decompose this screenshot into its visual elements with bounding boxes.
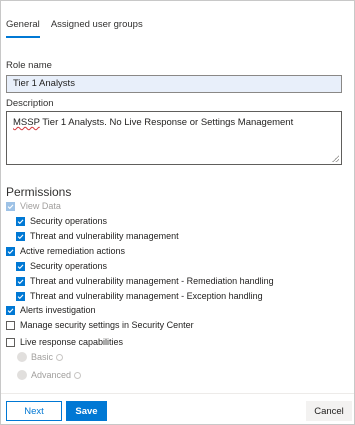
ar-remediation-handling-checkbox[interactable] xyxy=(16,276,25,286)
tab-bar: General Assigned user groups xyxy=(6,19,143,38)
ar-exception-handling-label: Threat and vulnerability management - Ex… xyxy=(30,291,263,301)
ar-exception-handling-checkbox[interactable] xyxy=(16,291,25,301)
security-operations-row[interactable]: Security operations xyxy=(16,215,107,227)
role-name-input[interactable]: Tier 1 Analysts xyxy=(6,75,342,93)
info-icon xyxy=(74,371,82,379)
basic-radio-row: Basic xyxy=(17,352,64,362)
view-data-row: View Data xyxy=(6,200,61,212)
manage-security-settings-label: Manage security settings in Security Cen… xyxy=(20,320,194,330)
alerts-investigation-checkbox[interactable] xyxy=(6,305,15,315)
info-icon xyxy=(56,353,64,361)
ar-security-operations-row[interactable]: Security operations xyxy=(16,260,107,272)
live-response-checkbox[interactable] xyxy=(6,337,15,347)
save-button[interactable]: Save xyxy=(66,401,107,421)
ar-remediation-handling-row[interactable]: Threat and vulnerability management - Re… xyxy=(16,275,274,287)
advanced-radio xyxy=(17,370,27,380)
description-label: Description xyxy=(6,98,54,109)
threat-vuln-mgmt-label: Threat and vulnerability management xyxy=(30,231,179,241)
basic-radio xyxy=(17,352,27,362)
active-remediation-label: Active remediation actions xyxy=(20,246,126,256)
active-remediation-row[interactable]: Active remediation actions xyxy=(6,245,125,257)
next-button[interactable]: Next xyxy=(6,401,62,421)
resize-handle-icon[interactable] xyxy=(332,155,339,162)
advanced-radio-row: Advanced xyxy=(17,370,82,380)
active-remediation-checkbox[interactable] xyxy=(6,246,15,256)
advanced-label: Advanced xyxy=(31,370,72,380)
live-response-label: Live response capabilities xyxy=(20,337,124,347)
manage-security-settings-checkbox[interactable] xyxy=(6,320,15,330)
alerts-investigation-label: Alerts investigation xyxy=(20,305,96,315)
tab-assigned-user-groups[interactable]: Assigned user groups xyxy=(51,19,143,38)
security-operations-label: Security operations xyxy=(30,216,108,226)
description-textarea[interactable]: MSSP Tier 1 Analysts. No Live Response o… xyxy=(6,111,342,165)
ar-remediation-handling-label: Threat and vulnerability management - Re… xyxy=(30,276,274,286)
view-data-checkbox xyxy=(6,201,15,211)
tab-general[interactable]: General xyxy=(6,19,40,38)
ar-exception-handling-row[interactable]: Threat and vulnerability management - Ex… xyxy=(16,290,263,302)
security-operations-checkbox[interactable] xyxy=(16,216,25,226)
basic-label: Basic xyxy=(31,352,54,362)
cancel-button[interactable]: Cancel xyxy=(306,401,352,421)
description-text: Tier 1 Analysts. No Live Response or Set… xyxy=(39,117,294,128)
ar-security-operations-label: Security operations xyxy=(30,261,108,271)
role-name-label: Role name xyxy=(6,60,52,71)
view-data-label: View Data xyxy=(20,201,61,211)
description-spellcheck-word: MSSP xyxy=(13,117,40,128)
threat-vuln-mgmt-checkbox[interactable] xyxy=(16,231,25,241)
role-editor-panel: General Assigned user groups Role name T… xyxy=(0,0,355,425)
live-response-row[interactable]: Live response capabilities xyxy=(6,336,123,348)
ar-security-operations-checkbox[interactable] xyxy=(16,261,25,271)
permissions-title: Permissions xyxy=(6,185,72,199)
footer-divider xyxy=(1,393,354,394)
alerts-investigation-row[interactable]: Alerts investigation xyxy=(6,304,96,316)
threat-vuln-mgmt-row[interactable]: Threat and vulnerability management xyxy=(16,230,179,242)
manage-security-settings-row[interactable]: Manage security settings in Security Cen… xyxy=(6,319,194,331)
